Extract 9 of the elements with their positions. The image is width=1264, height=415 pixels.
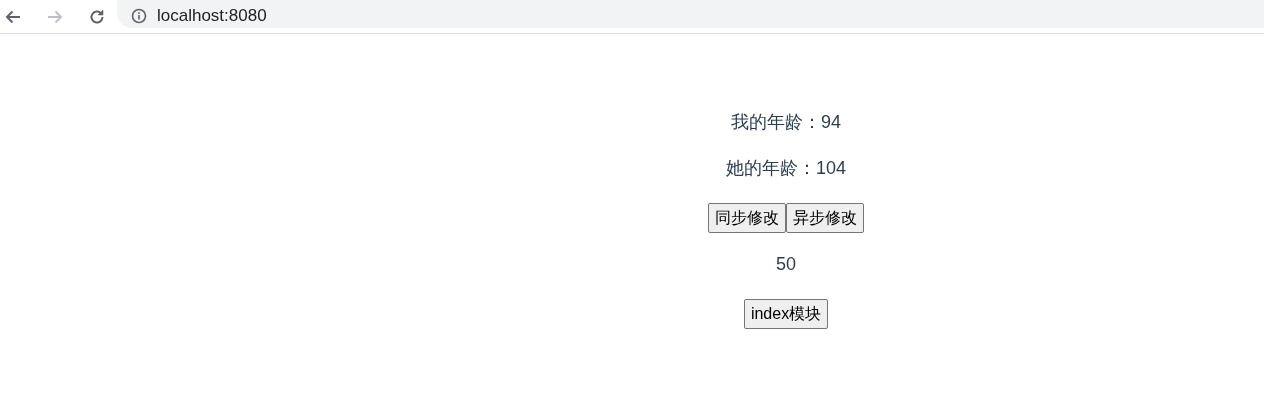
url-text[interactable]: localhost:8080: [157, 2, 267, 29]
address-bar[interactable]: localhost:8080: [117, 0, 1264, 28]
action-button[interactable]: index模块: [743, 299, 829, 329]
text-line: 她的年龄：104: [725, 157, 846, 179]
info-icon: [131, 7, 147, 24]
action-button[interactable]: 同步修改: [708, 203, 786, 233]
action-button[interactable]: 异步修改: [786, 203, 864, 233]
text-line: 50: [776, 253, 796, 275]
text-line: 我的年龄：94: [731, 111, 841, 133]
